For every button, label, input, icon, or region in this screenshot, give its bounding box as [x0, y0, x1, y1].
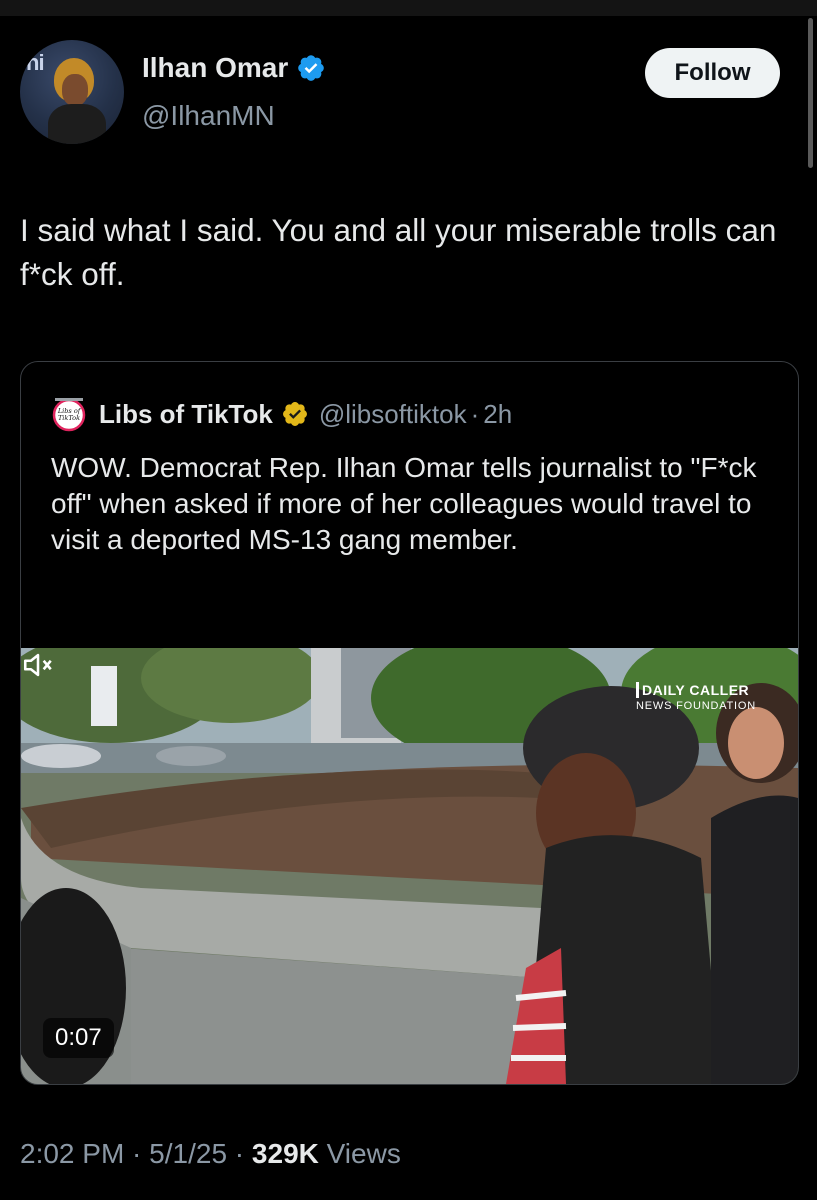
quoted-tweet-time[interactable]: 2h	[483, 399, 512, 430]
scrollbar[interactable]	[808, 18, 813, 168]
avatar-background-logo: ni	[26, 50, 45, 75]
author-name-row: Ilhan Omar	[142, 52, 326, 84]
video-watermark: DAILY CALLER NEWS FOUNDATION	[636, 682, 756, 712]
avatar-body	[48, 104, 106, 144]
video-frame	[21, 648, 798, 1084]
top-status-strip	[0, 0, 817, 16]
quoted-author-handle[interactable]: @libsoftiktok	[319, 399, 467, 430]
tweet-header: ni Ilhan Omar @IlhanMN Follow	[20, 40, 800, 150]
meta-separator: ·	[227, 1138, 252, 1169]
video-duration: 0:07	[43, 1018, 114, 1058]
gold-verified-badge-icon	[282, 402, 307, 426]
tweet-date[interactable]: 5/1/25	[149, 1138, 227, 1169]
views-label: Views	[318, 1138, 401, 1169]
avatar-face	[62, 74, 88, 106]
watermark-line1: DAILY CALLER	[636, 682, 756, 698]
svg-text:TikTok: TikTok	[58, 414, 80, 422]
quoted-tweet-text: WOW. Democrat Rep. Ilhan Omar tells jour…	[51, 452, 757, 555]
avatar[interactable]: ni	[20, 40, 124, 144]
verified-badge-icon	[298, 55, 325, 81]
speaker-muted-icon[interactable]	[21, 648, 55, 682]
follow-button[interactable]: Follow	[645, 48, 780, 98]
watermark-line2: NEWS FOUNDATION	[636, 700, 756, 712]
author-name[interactable]: Ilhan Omar	[142, 52, 288, 84]
tweet-time[interactable]: 2:02 PM	[20, 1138, 124, 1169]
libs-of-tiktok-logo-icon: Libs of TikTok	[52, 398, 86, 432]
quoted-tweet[interactable]: Libs of TikTok Libs of TikTok @libsoftik…	[20, 361, 799, 1085]
meta-separator: ·	[124, 1138, 150, 1169]
author-handle[interactable]: @IlhanMN	[142, 100, 275, 132]
views-count[interactable]: 329K	[252, 1138, 319, 1169]
tweet-text: I said what I said. You and all your mis…	[20, 212, 777, 292]
quoted-author-name[interactable]: Libs of TikTok	[99, 399, 273, 430]
separator-dot: ·	[470, 398, 480, 429]
quoted-tweet-header: Libs of TikTok Libs of TikTok @libsoftik…	[51, 392, 512, 436]
tweet-meta: 2:02 PM · 5/1/25 · 329K Views	[20, 1138, 401, 1170]
video-player[interactable]: DAILY CALLER NEWS FOUNDATION 0:07	[21, 648, 798, 1084]
